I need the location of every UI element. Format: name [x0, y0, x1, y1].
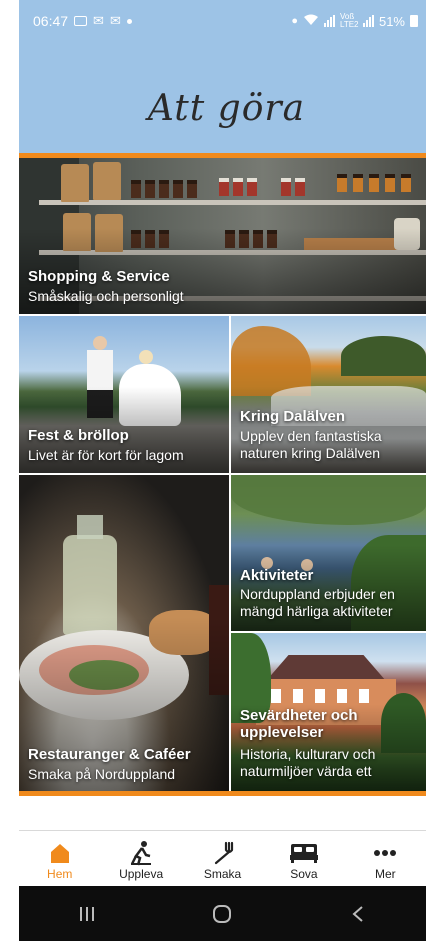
nav-item-mer[interactable]: Mer	[345, 831, 426, 886]
network-type: Voß LTE2	[339, 12, 359, 29]
status-bar: 06:47 ✉ ✉ ● Voß LTE2 51%	[19, 0, 426, 42]
nav-item-uppleva[interactable]: Uppleva	[100, 831, 181, 886]
tile-title: Shopping & Service	[28, 268, 170, 285]
nav-label: Mer	[374, 867, 396, 881]
nav-label: Smaka	[203, 867, 242, 881]
nav-item-hem[interactable]: Hem	[19, 831, 100, 886]
mail-notification-icon: ✉	[93, 13, 104, 28]
status-time: 06:47	[33, 13, 69, 29]
header-banner: Att göra	[19, 42, 426, 153]
tile-subtitle: Historia, kulturarv och naturmiljöer vär…	[240, 746, 376, 779]
more-notifications-icon	[126, 18, 132, 24]
tile-subtitle: Livet är för kort för lagom	[28, 447, 184, 463]
tile-sevardheter-upplevelser[interactable]: Sevärdheter och upplevelser Historia, ku…	[231, 633, 426, 791]
battery-icon	[410, 15, 418, 27]
mail-notification-icon-2: ✉	[109, 13, 121, 28]
back-button[interactable]	[338, 899, 378, 929]
tile-subtitle: Smaka på Norduppland	[28, 766, 176, 782]
tile-subtitle: Norduppland erbjuder en mängd härliga ak…	[240, 586, 395, 619]
tile-title: Kring Dalälven	[240, 408, 346, 425]
gallery-notification-icon	[74, 16, 88, 26]
tile-title: Aktiviteter	[240, 567, 314, 584]
system-navigation-bar	[19, 886, 426, 941]
fork-icon	[211, 839, 235, 867]
tile-kring-dalalven[interactable]: Kring Dalälven Upplev den fantastiska na…	[231, 316, 426, 473]
nav-label: Uppleva	[119, 867, 164, 881]
accent-divider-bottom	[19, 791, 426, 796]
tile-title: Sevärdheter och upplevelser	[240, 707, 358, 741]
tile-fest-brollop[interactable]: Fest & bröllop Livet är för kort för lag…	[19, 316, 229, 473]
battery-percent: 51%	[378, 13, 405, 29]
home-system-button[interactable]	[202, 899, 242, 929]
nav-item-smaka[interactable]: Smaka	[182, 831, 263, 886]
tile-aktiviteter[interactable]: Aktiviteter Norduppland erbjuder en mäng…	[231, 475, 426, 631]
wifi-icon	[303, 14, 319, 29]
tile-title: Restauranger & Caféer	[28, 746, 191, 763]
tile-restauranger-cafeer[interactable]: Restauranger & Caféer Smaka på Norduppla…	[19, 475, 229, 791]
bed-icon	[289, 839, 319, 867]
tile-shopping-service[interactable]: Shopping & Service Småskalig och personl…	[19, 158, 426, 314]
app-screen: 06:47 ✉ ✉ ● Voß LTE2 51% Att göra Shoppi…	[19, 0, 426, 941]
nav-label: Sova	[290, 867, 318, 881]
bottom-navigation: Hem Uppleva Smaka Sova Mer	[19, 830, 426, 886]
tile-subtitle: Upplev den fantastiska naturen kring Dal…	[240, 428, 382, 461]
signal-icon	[323, 15, 335, 27]
more-dots-icon	[373, 839, 397, 867]
page-title: Att göra	[147, 88, 306, 129]
nav-item-sova[interactable]: Sova	[263, 831, 344, 886]
nav-label: Hem	[47, 867, 73, 881]
recent-apps-button[interactable]	[67, 899, 107, 929]
hiker-icon	[128, 839, 154, 867]
home-icon	[49, 839, 71, 867]
tile-subtitle: Småskalig och personligt	[28, 288, 184, 304]
tile-title: Fest & bröllop	[28, 427, 129, 444]
signal-icon-2	[362, 15, 374, 27]
alarm-icon: ●	[291, 15, 298, 27]
